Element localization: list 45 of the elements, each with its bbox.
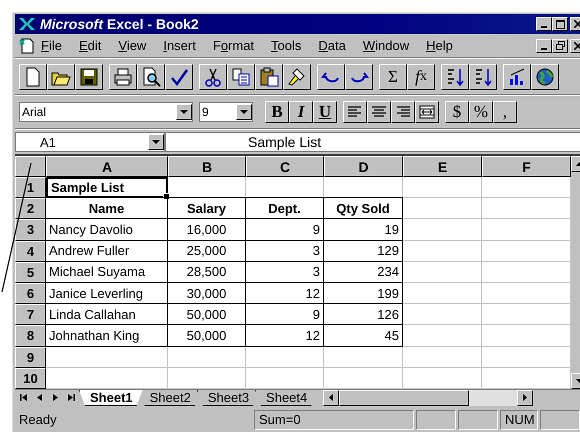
row-header[interactable]: 4 <box>15 240 46 262</box>
row-header[interactable]: 6 <box>15 282 46 304</box>
toolbar-button[interactable]: I <box>289 101 313 123</box>
column-header[interactable]: D <box>324 156 403 177</box>
font-name-field[interactable]: Arial <box>19 102 193 122</box>
column-header[interactable]: B <box>168 156 246 177</box>
row-header[interactable]: 10 <box>15 368 46 389</box>
menu-item[interactable]: Data <box>318 38 346 53</box>
toolbar-button[interactable]: B <box>265 101 289 123</box>
menu-item[interactable]: Tools <box>271 38 302 53</box>
sheet-tab[interactable]: Sheet1 <box>79 390 143 406</box>
row-header[interactable]: 9 <box>15 346 46 368</box>
row-header[interactable]: 2 <box>15 198 46 220</box>
status-sum: Sum=0 <box>254 410 414 430</box>
table-cell: Johnathan King <box>45 324 168 346</box>
status-text: Ready <box>18 411 58 430</box>
column-header[interactable]: F <box>482 156 571 177</box>
table-cell: Qty Sold <box>323 197 403 220</box>
column-header[interactable]: C <box>246 156 324 177</box>
row-header[interactable]: 3 <box>15 219 46 241</box>
menu-item[interactable]: Help <box>426 38 453 53</box>
menu-item[interactable]: Insert <box>163 38 196 53</box>
column-header[interactable]: E <box>403 156 482 177</box>
table-cell: 45 <box>323 324 403 346</box>
row-header[interactable]: 5 <box>15 262 46 283</box>
row-header[interactable]: 8 <box>15 325 46 346</box>
toolbar-button[interactable]: $ <box>445 101 469 123</box>
toolbar-button[interactable]: , <box>493 101 517 123</box>
formula-field[interactable]: Sample List <box>165 132 580 152</box>
toolbar-button[interactable]: Σ <box>379 64 407 90</box>
row-header[interactable]: 1 <box>15 177 46 198</box>
menu-item[interactable]: Format <box>212 38 254 53</box>
column-header[interactable]: A <box>46 156 168 177</box>
menu-item[interactable]: File <box>41 38 62 53</box>
menu-item[interactable]: Window <box>362 38 410 53</box>
num-lock-indicator: NUM <box>500 410 538 430</box>
menu-item[interactable]: View <box>118 38 146 53</box>
toolbar-button[interactable]: U <box>313 101 337 123</box>
menu-item[interactable]: Edit <box>78 38 102 53</box>
toolbar-button[interactable]: % <box>469 101 493 123</box>
name-box[interactable]: A1 <box>15 132 165 152</box>
table-cell: Sample List <box>46 177 168 198</box>
font-size-field[interactable]: 9 <box>199 102 253 122</box>
window-title: Microsoft Excel - Book2 <box>40 16 199 32</box>
row-header[interactable]: 7 <box>15 304 46 326</box>
